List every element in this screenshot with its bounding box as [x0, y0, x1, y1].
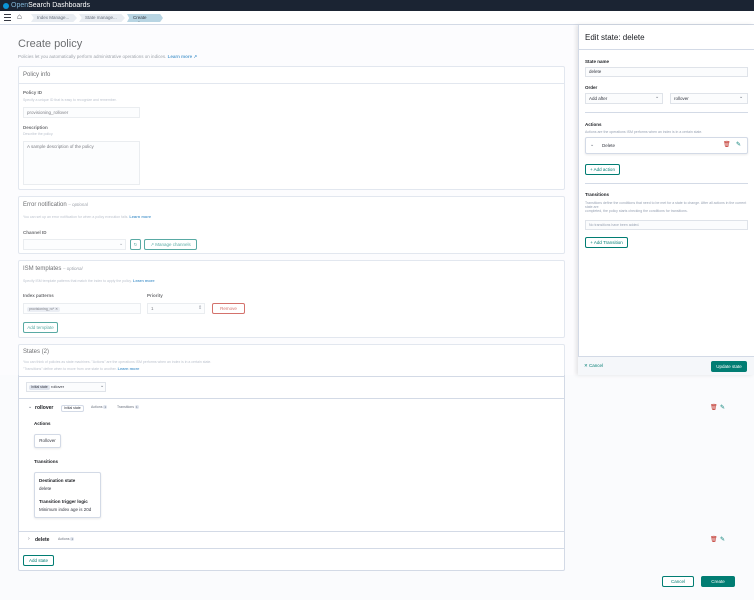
opensearch-logo[interactable]: Open Search Dashboards	[3, 1, 90, 10]
breadcrumb-create-policy: Create policy	[127, 14, 163, 22]
order-select[interactable]: Add after	[585, 93, 663, 104]
chevron-down-icon: ⌄	[739, 94, 744, 100]
state-name: rollover	[35, 405, 54, 411]
trash-icon[interactable]: 🗑	[723, 141, 731, 148]
transition-card: Destination state delete Transition trig…	[34, 472, 101, 518]
transitions-placeholder: No transitions have been added.	[585, 220, 748, 230]
actions-help: Actions are the operations ISM performs …	[585, 130, 703, 134]
states-panel: States (2) You can think of policies as …	[18, 344, 725, 571]
brand-text-open: Open	[11, 2, 29, 9]
initial-state-prefix: Initial state	[29, 385, 50, 390]
flyout-cancel-button[interactable]: ✕ Cancel	[584, 363, 603, 369]
action-item-delete[interactable]: ⌄ Delete 🗑 ✎	[585, 137, 748, 154]
count-badge: 1	[103, 405, 108, 409]
flyout-footer: ✕ Cancel Update state	[578, 356, 754, 375]
destination-state-label: Destination state	[39, 478, 76, 483]
divider	[19, 548, 564, 549]
state-name: delete	[35, 537, 50, 543]
divider	[19, 531, 564, 532]
initial-state-select[interactable]: Initial state rollover	[26, 382, 106, 392]
actions-count: Actions 1	[58, 537, 75, 541]
trigger-logic-value: Minimum index age is 20d	[39, 507, 92, 512]
transitions-heading: Transitions	[34, 459, 59, 464]
pencil-icon[interactable]: ✎	[736, 141, 741, 148]
add-action-button[interactable]: + Add action	[585, 164, 620, 175]
actions-count: Actions 1	[91, 405, 108, 409]
add-state-button[interactable]: Add state	[23, 555, 54, 566]
divider	[585, 112, 748, 113]
actions-heading: Actions	[34, 421, 51, 426]
transitions-label: Transitions	[117, 405, 134, 409]
action-card-rollover: Rollover	[34, 434, 61, 448]
chevron-down-icon[interactable]: ⌄	[28, 404, 32, 410]
flyout-overlay	[0, 25, 578, 375]
flyout-title: Edit state: delete	[585, 33, 645, 42]
order-label: Order	[585, 85, 598, 90]
actions-label: Actions	[58, 537, 70, 541]
order-target-select[interactable]: rollover	[670, 93, 748, 104]
chevron-down-icon: ⌄	[100, 383, 105, 389]
state-row-delete[interactable]: › delete Actions 1	[28, 536, 548, 545]
actions-label: Actions	[91, 405, 103, 409]
count-badge: 1	[134, 405, 139, 409]
edit-state-rollover-icon[interactable]: ✎	[720, 404, 725, 411]
delete-state-delete-icon[interactable]: 🗑	[710, 536, 718, 543]
edit-state-flyout: Edit state: delete State name delete Ord…	[578, 25, 754, 375]
divider	[19, 376, 564, 377]
home-icon[interactable]: ⌂	[17, 12, 22, 21]
breadcrumb-state-management[interactable]: State manage...	[79, 14, 125, 22]
chevron-down-icon[interactable]: ⌄	[590, 142, 594, 148]
global-header: Open Search Dashboards	[0, 0, 754, 11]
count-badge: 1	[70, 537, 75, 541]
opensearch-mark-icon	[3, 2, 9, 9]
state-name-label: State name	[585, 59, 610, 64]
transitions-count: Transitions 1	[117, 405, 139, 409]
state-row-rollover[interactable]: ⌄ rollover Initial state Actions 1 Trans…	[28, 404, 548, 413]
initial-state-value: rollover	[51, 384, 65, 389]
cancel-button[interactable]: Cancel	[662, 576, 694, 587]
trigger-logic-label: Transition trigger logic	[39, 499, 88, 504]
initial-state-badge: Initial state	[61, 405, 84, 412]
edit-state-delete-icon[interactable]: ✎	[720, 536, 725, 543]
transitions-help-1: Transitions define the conditions that n…	[585, 201, 747, 209]
state-name-input[interactable]: delete	[585, 67, 748, 77]
update-state-button[interactable]: Update state	[711, 361, 747, 372]
breadcrumb-index-management[interactable]: Index Manage...	[31, 14, 77, 22]
divider	[579, 49, 754, 50]
destination-state-value: delete	[39, 486, 52, 491]
chevron-right-icon[interactable]: ›	[28, 536, 30, 542]
transitions-label: Transitions	[585, 192, 610, 197]
delete-state-rollover-icon[interactable]: 🗑	[710, 404, 718, 411]
menu-icon[interactable]	[4, 14, 11, 21]
divider	[19, 398, 564, 399]
chevron-down-icon: ⌄	[655, 94, 660, 100]
flyout-cancel-label: Cancel	[589, 363, 604, 368]
transitions-help-2: completed, the policy starts checking th…	[585, 209, 688, 213]
breadcrumb-bar: ⌂ Index Manage... State manage... Create…	[0, 11, 754, 25]
divider	[585, 183, 748, 184]
actions-label: Actions	[585, 122, 602, 127]
add-transition-button[interactable]: + Add Transition	[585, 237, 628, 248]
action-item-label: Delete	[602, 143, 616, 148]
create-button[interactable]: Create	[701, 576, 735, 587]
brand-text-search: Search Dashboards	[28, 2, 90, 9]
